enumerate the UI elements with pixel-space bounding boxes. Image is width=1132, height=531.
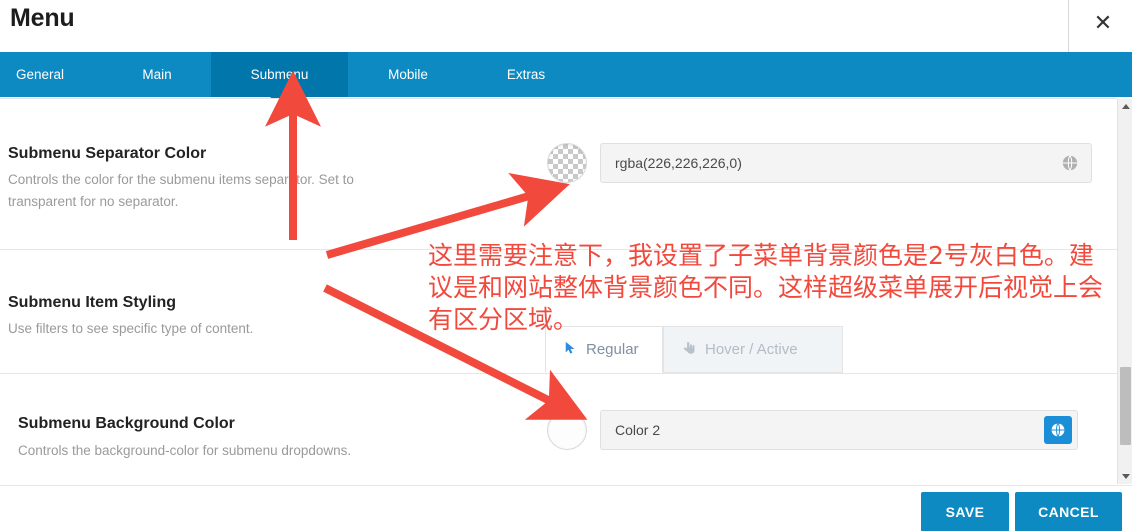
subtab-label: Regular	[586, 341, 639, 358]
modal-header: Menu ✕	[0, 0, 1132, 52]
subtab-label: Hover / Active	[705, 341, 798, 358]
scrollbar-thumb[interactable]	[1120, 367, 1131, 445]
row-submenu-item-styling: Submenu Item Styling Use filters to see …	[0, 250, 1117, 374]
separator-color-swatch[interactable]	[547, 143, 587, 183]
separator-color-value: rgba(226,226,226,0)	[615, 155, 742, 171]
page-title: Menu	[10, 4, 75, 32]
close-icon[interactable]: ✕	[1084, 4, 1122, 42]
globe-icon[interactable]	[1044, 416, 1072, 444]
modal-footer: SAVE CANCEL	[0, 485, 1132, 531]
pointing-hand-icon	[682, 340, 697, 359]
row-label: Submenu Separator Color	[8, 145, 207, 162]
row-description: Controls the background-color for submen…	[18, 443, 352, 458]
triangle-down-icon[interactable]	[1118, 469, 1132, 484]
subtab-regular[interactable]: Regular	[545, 326, 663, 373]
background-color-swatch[interactable]	[547, 410, 587, 450]
save-button[interactable]: SAVE	[921, 492, 1009, 531]
background-color-input[interactable]: Color 2	[600, 410, 1078, 450]
tab-mobile[interactable]: Mobile	[368, 52, 448, 97]
row-label: Submenu Item Styling	[8, 294, 177, 311]
background-color-value: Color 2	[615, 422, 661, 438]
triangle-up-icon[interactable]	[1118, 99, 1132, 114]
tab-general[interactable]: General	[0, 52, 80, 97]
settings-content: Submenu Separator Color Controls the col…	[0, 99, 1117, 484]
cancel-button[interactable]: CANCEL	[1015, 492, 1122, 531]
menu-settings-modal: Menu ✕ General Main Submenu Mobile Extra…	[0, 0, 1132, 531]
content-scrollbar[interactable]	[1117, 99, 1132, 484]
row-description: Controls the color for the submenu items…	[8, 172, 354, 209]
row-label: Submenu Background Color	[18, 415, 235, 432]
row-submenu-separator-color: Submenu Separator Color Controls the col…	[0, 99, 1117, 250]
tab-bar: General Main Submenu Mobile Extras	[0, 52, 1132, 97]
tab-extras[interactable]: Extras	[487, 52, 565, 97]
row-submenu-background-color: Submenu Background Color Controls the ba…	[0, 374, 1117, 484]
cursor-arrow-icon	[564, 341, 578, 359]
tab-main[interactable]: Main	[118, 52, 196, 97]
subtab-hover-active[interactable]: Hover / Active	[663, 326, 843, 373]
globe-icon[interactable]	[1061, 154, 1079, 172]
style-state-subtabs: Regular Hover / Active	[545, 326, 845, 373]
separator-color-input[interactable]: rgba(226,226,226,0)	[600, 143, 1092, 183]
tab-submenu[interactable]: Submenu	[211, 52, 348, 97]
header-divider	[1068, 0, 1069, 52]
row-description: Use filters to see specific type of cont…	[8, 321, 254, 336]
